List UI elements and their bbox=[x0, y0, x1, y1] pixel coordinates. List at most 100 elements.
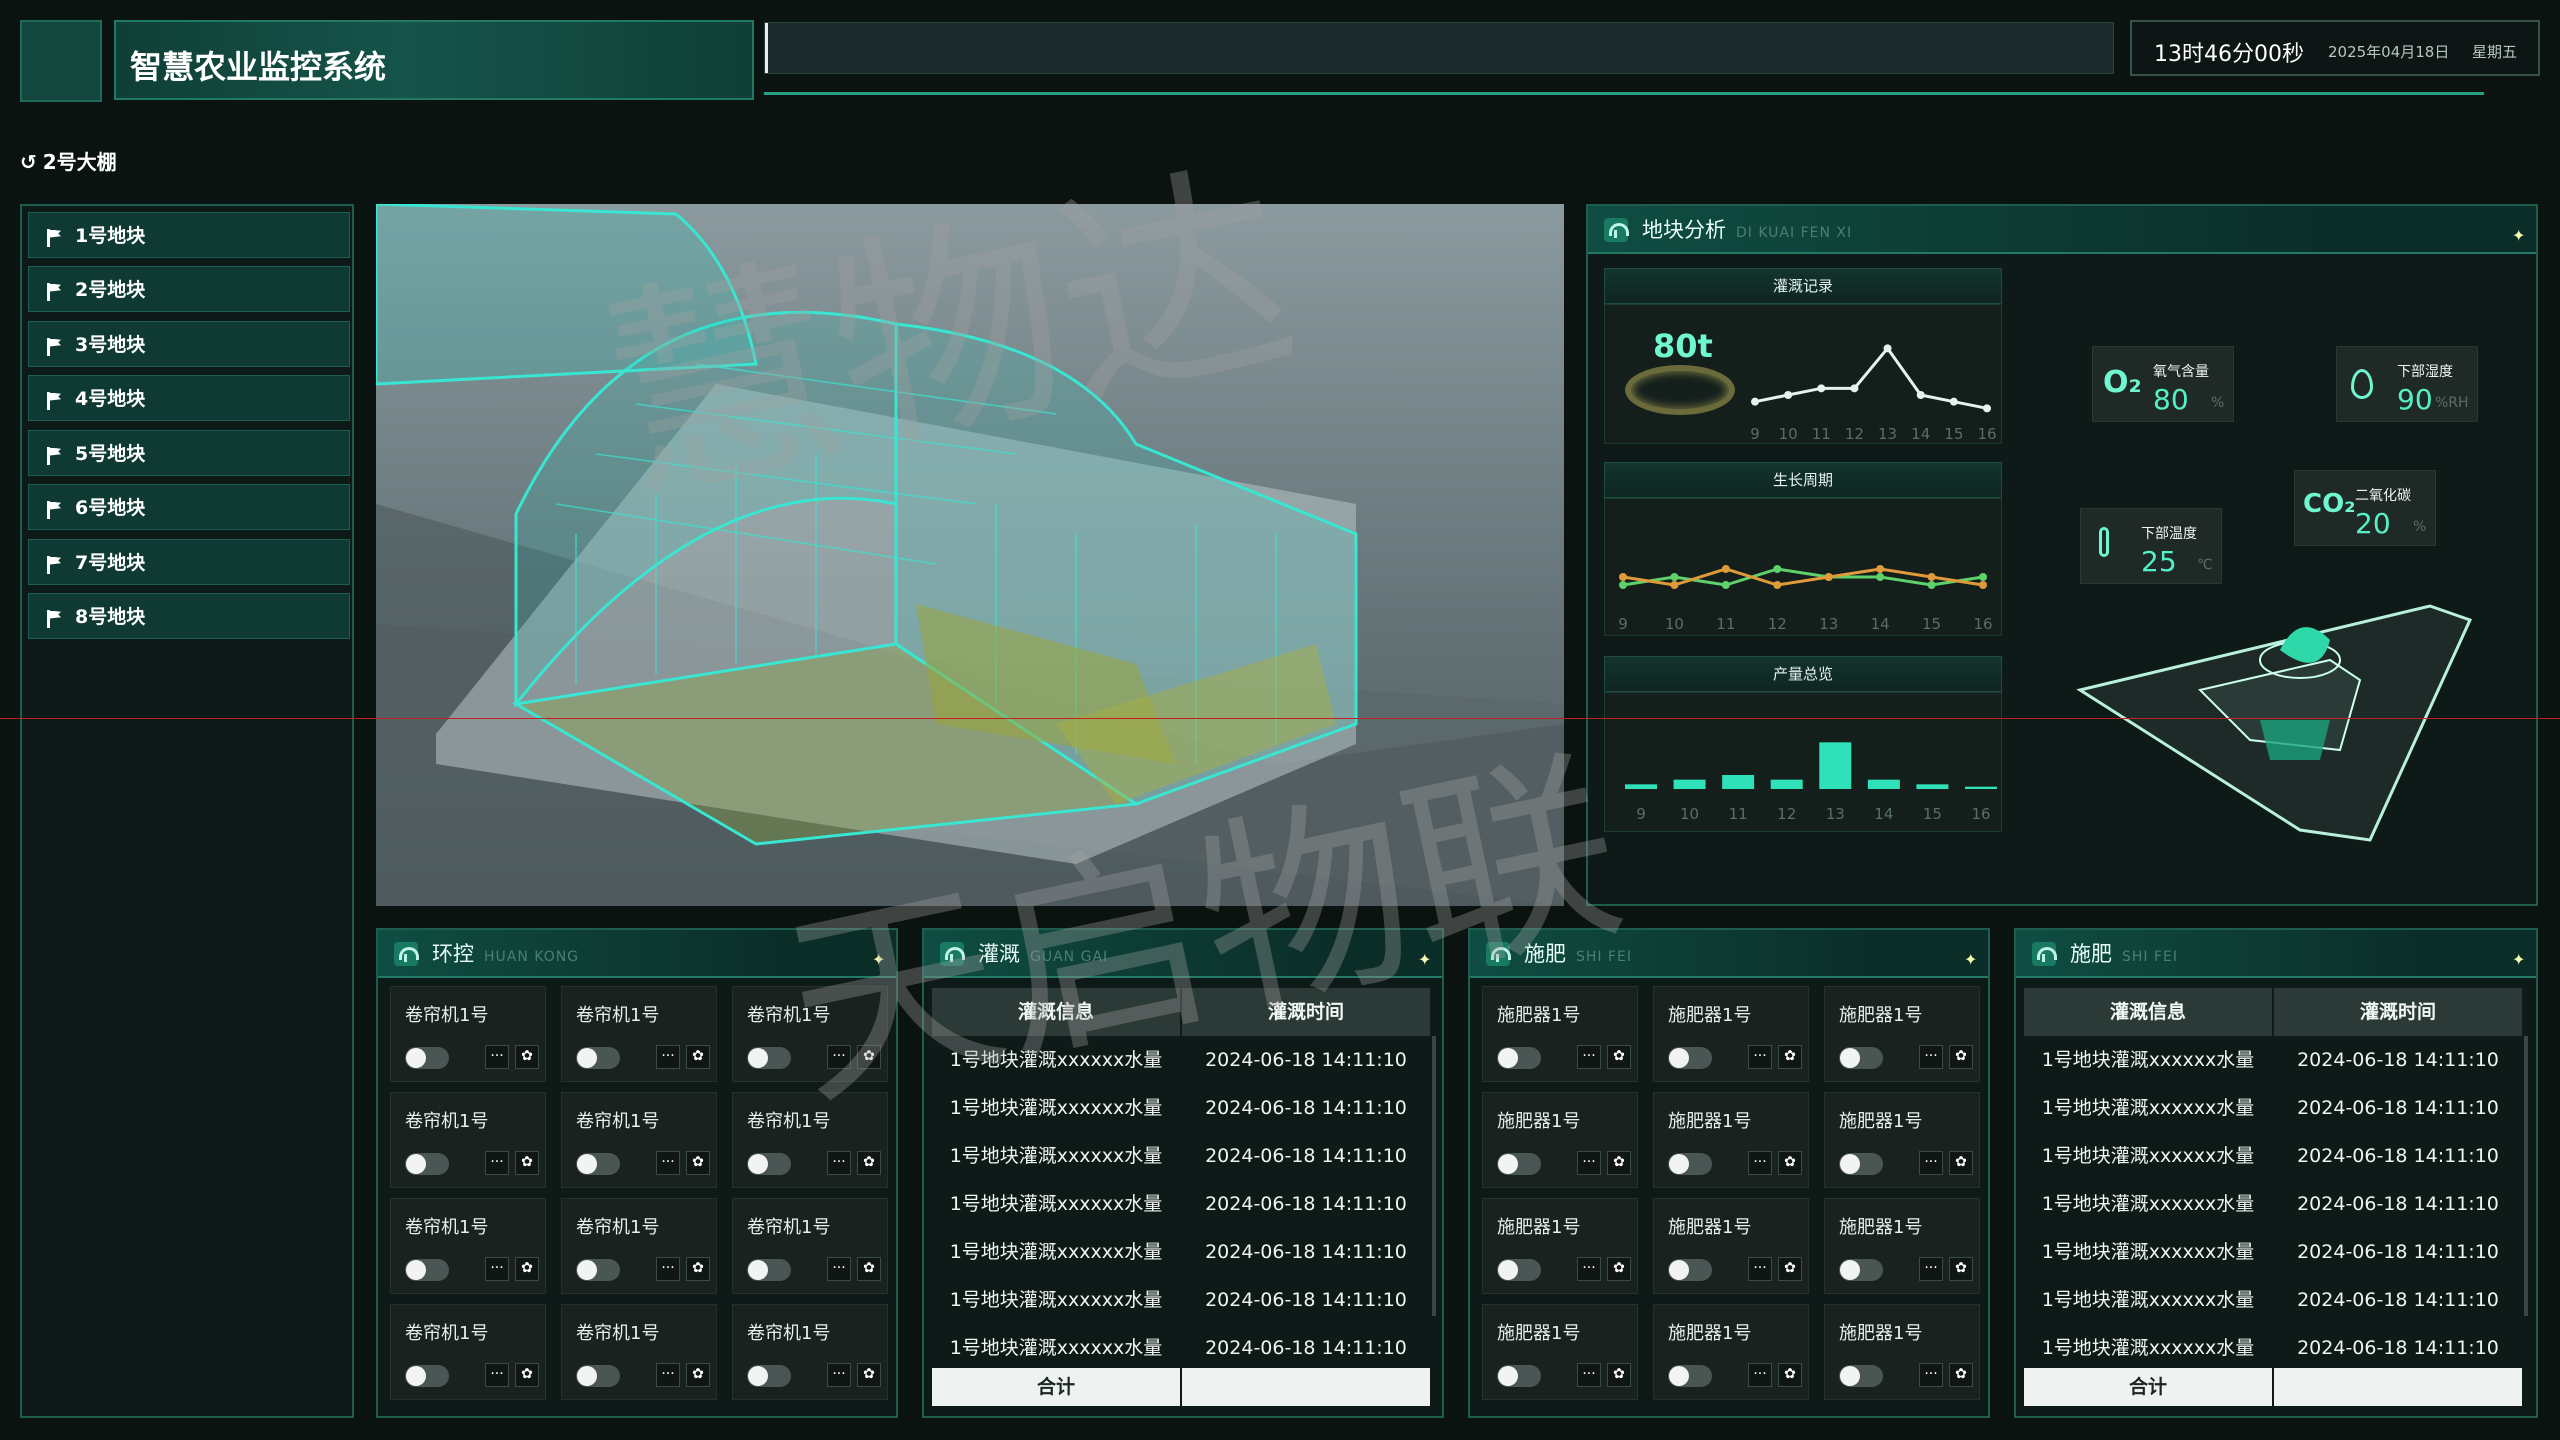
more-icon[interactable]: ··· bbox=[827, 1257, 851, 1281]
gear-icon[interactable]: ✿ bbox=[857, 1257, 881, 1281]
device-toggle[interactable] bbox=[576, 1259, 620, 1281]
header-search[interactable] bbox=[764, 22, 2114, 74]
more-icon[interactable]: ··· bbox=[827, 1045, 851, 1069]
more-icon[interactable]: ··· bbox=[485, 1363, 509, 1387]
irrigation-header: 灌溉 GUAN GAI ✦ bbox=[924, 930, 1442, 978]
more-icon[interactable]: ··· bbox=[656, 1045, 680, 1069]
device-toggle[interactable] bbox=[1839, 1259, 1883, 1281]
gear-icon[interactable]: ✿ bbox=[857, 1045, 881, 1069]
device-toggle[interactable] bbox=[1497, 1365, 1541, 1387]
device-toggle[interactable] bbox=[1497, 1153, 1541, 1175]
sparkle-icon: ✦ bbox=[1964, 950, 1978, 969]
sidebar-item-6[interactable]: 6号地块 bbox=[28, 484, 350, 530]
flag-icon bbox=[47, 500, 61, 519]
more-icon[interactable]: ··· bbox=[1748, 1257, 1772, 1281]
device-toggle[interactable] bbox=[1839, 1047, 1883, 1069]
more-icon[interactable]: ··· bbox=[1577, 1257, 1601, 1281]
gear-icon[interactable]: ✿ bbox=[515, 1257, 539, 1281]
device-toggle[interactable] bbox=[1497, 1259, 1541, 1281]
table-footer-total: 合计 bbox=[932, 1368, 1180, 1406]
gear-icon[interactable]: ✿ bbox=[1949, 1257, 1973, 1281]
gear-icon[interactable]: ✿ bbox=[857, 1151, 881, 1175]
more-icon[interactable]: ··· bbox=[1919, 1045, 1943, 1069]
sidebar-item-3[interactable]: 3号地块 bbox=[28, 321, 350, 367]
more-icon[interactable]: ··· bbox=[1919, 1257, 1943, 1281]
growth-cycle-body: 9 10 11 12 13 14 15 16 bbox=[1604, 498, 2002, 636]
device-toggle[interactable] bbox=[1497, 1047, 1541, 1069]
sidebar-item-8[interactable]: 8号地块 bbox=[28, 593, 350, 639]
device-toggle[interactable] bbox=[1668, 1259, 1712, 1281]
device-toggle[interactable] bbox=[1668, 1153, 1712, 1175]
gear-icon[interactable]: ✿ bbox=[1607, 1151, 1631, 1175]
device-toggle[interactable] bbox=[405, 1365, 449, 1387]
gear-icon[interactable]: ✿ bbox=[686, 1363, 710, 1387]
gear-icon[interactable]: ✿ bbox=[515, 1151, 539, 1175]
more-icon[interactable]: ··· bbox=[656, 1151, 680, 1175]
fert-device-card: 施肥器1号 ··· ✿ bbox=[1824, 1198, 1980, 1294]
more-icon[interactable]: ··· bbox=[1748, 1151, 1772, 1175]
gear-icon[interactable]: ✿ bbox=[1607, 1045, 1631, 1069]
gear-icon[interactable]: ✿ bbox=[1949, 1363, 1973, 1387]
table-scrollbar[interactable] bbox=[1432, 1036, 1436, 1316]
device-toggle[interactable] bbox=[405, 1259, 449, 1281]
sidebar-item-1[interactable]: 1号地块 bbox=[28, 212, 350, 258]
device-label: 卷帘机1号 bbox=[576, 1005, 660, 1026]
gear-icon[interactable]: ✿ bbox=[1778, 1151, 1802, 1175]
more-icon[interactable]: ··· bbox=[1919, 1363, 1943, 1387]
device-toggle[interactable] bbox=[576, 1365, 620, 1387]
sidebar-item-2[interactable]: 2号地块 bbox=[28, 266, 350, 312]
device-toggle[interactable] bbox=[576, 1153, 620, 1175]
gear-icon[interactable]: ✿ bbox=[686, 1151, 710, 1175]
breadcrumb[interactable]: ↺ 2号大棚 bbox=[20, 146, 117, 176]
gear-icon[interactable]: ✿ bbox=[1778, 1257, 1802, 1281]
more-icon[interactable]: ··· bbox=[1577, 1363, 1601, 1387]
more-icon[interactable]: ··· bbox=[827, 1151, 851, 1175]
more-icon[interactable]: ··· bbox=[656, 1257, 680, 1281]
gear-icon[interactable]: ✿ bbox=[1607, 1363, 1631, 1387]
more-icon[interactable]: ··· bbox=[485, 1257, 509, 1281]
sidebar-item-7[interactable]: 7号地块 bbox=[28, 539, 350, 585]
gear-icon[interactable]: ✿ bbox=[515, 1363, 539, 1387]
greenhouse-3d-view[interactable] bbox=[376, 204, 1564, 906]
gear-icon[interactable]: ✿ bbox=[515, 1045, 539, 1069]
gear-icon[interactable]: ✿ bbox=[857, 1363, 881, 1387]
gear-icon[interactable]: ✿ bbox=[1949, 1045, 1973, 1069]
data-point bbox=[1721, 581, 1730, 589]
device-toggle[interactable] bbox=[1668, 1047, 1712, 1069]
device-toggle[interactable] bbox=[747, 1047, 791, 1069]
device-toggle[interactable] bbox=[747, 1153, 791, 1175]
back-arrow-icon[interactable]: ↺ bbox=[20, 150, 37, 174]
device-toggle[interactable] bbox=[576, 1047, 620, 1069]
sidebar-item-5[interactable]: 5号地块 bbox=[28, 430, 350, 476]
device-toggle[interactable] bbox=[1839, 1365, 1883, 1387]
gear-icon[interactable]: ✿ bbox=[686, 1045, 710, 1069]
more-icon[interactable]: ··· bbox=[656, 1363, 680, 1387]
search-input[interactable] bbox=[765, 23, 2113, 73]
device-toggle[interactable] bbox=[405, 1047, 449, 1069]
more-icon[interactable]: ··· bbox=[1919, 1151, 1943, 1175]
more-icon[interactable]: ··· bbox=[1748, 1363, 1772, 1387]
gear-icon[interactable]: ✿ bbox=[1607, 1257, 1631, 1281]
device-toggle[interactable] bbox=[1668, 1365, 1712, 1387]
more-icon[interactable]: ··· bbox=[485, 1151, 509, 1175]
gear-icon[interactable]: ✿ bbox=[686, 1257, 710, 1281]
device-toggle[interactable] bbox=[405, 1153, 449, 1175]
table-scrollbar[interactable] bbox=[2524, 1036, 2528, 1316]
more-icon[interactable]: ··· bbox=[827, 1363, 851, 1387]
more-icon[interactable]: ··· bbox=[1577, 1045, 1601, 1069]
device-toggle[interactable] bbox=[747, 1365, 791, 1387]
x-tick-label: 9 bbox=[1636, 805, 1646, 823]
sidebar-item-4[interactable]: 4号地块 bbox=[28, 375, 350, 421]
more-icon[interactable]: ··· bbox=[1577, 1151, 1601, 1175]
gear-icon[interactable]: ✿ bbox=[1778, 1363, 1802, 1387]
gear-icon[interactable]: ✿ bbox=[1949, 1151, 1973, 1175]
table-cell-info: 1号地块灌溉xxxxxx水量 bbox=[2041, 1097, 2255, 1119]
thermometer-icon bbox=[2099, 527, 2109, 557]
device-toggle[interactable] bbox=[1839, 1153, 1883, 1175]
gear-icon[interactable]: ✿ bbox=[1778, 1045, 1802, 1069]
flag-icon bbox=[47, 337, 61, 356]
more-icon[interactable]: ··· bbox=[1748, 1045, 1772, 1069]
device-toggle[interactable] bbox=[747, 1259, 791, 1281]
more-icon[interactable]: ··· bbox=[485, 1045, 509, 1069]
x-tick-label: 9 bbox=[1750, 425, 1760, 443]
